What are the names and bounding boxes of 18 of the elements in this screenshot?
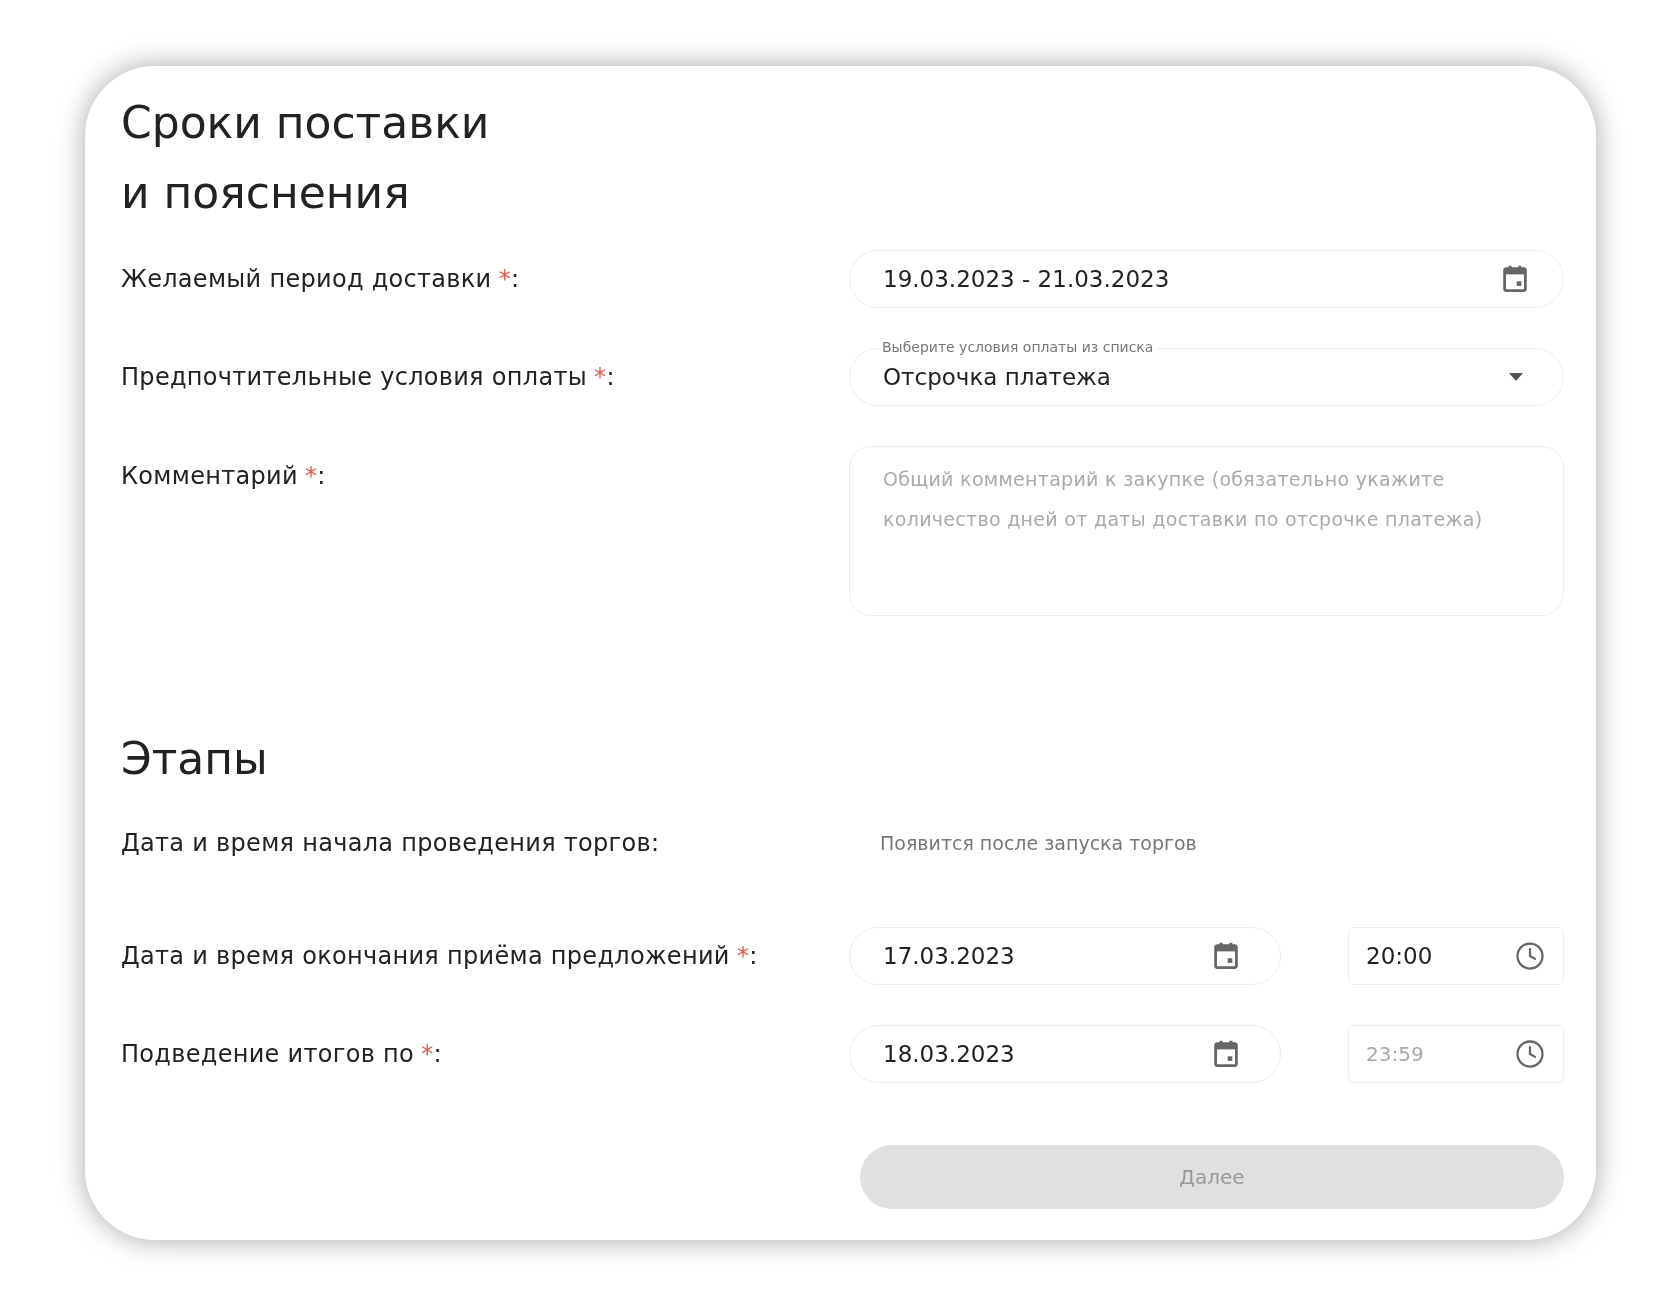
stages-title: Этапы — [121, 732, 268, 786]
field-label: Дата и время начала проведения торгов: — [121, 829, 660, 857]
field-label: Дата и время окончания приёма предложений *: — [121, 942, 758, 970]
field-label: Желаемый период доставки *: — [121, 265, 520, 293]
calendar-icon[interactable] — [1212, 941, 1240, 971]
field-label: Подведение итогов по *: — [121, 1040, 442, 1068]
section-title: Сроки поставки и пояснения — [121, 96, 490, 220]
calendar-icon[interactable] — [1212, 1039, 1240, 1069]
clock-icon[interactable] — [1515, 1039, 1545, 1069]
calendar-icon[interactable] — [1501, 264, 1529, 294]
clock-icon[interactable] — [1515, 941, 1545, 971]
trading-start-note: Появится после запуска торгов — [879, 830, 1197, 856]
dropdown-caret-icon[interactable] — [1509, 373, 1523, 381]
time-field[interactable]: 20:00 — [1348, 927, 1564, 985]
comment-field[interactable]: Общий комментарий к закупке (обязательно укажите количество дней от даты доставки по отсрочке платежа) — [849, 446, 1564, 616]
field-label: Комментарий *: — [121, 462, 326, 490]
floating-label: Выберите условия оплаты из списка — [879, 339, 1157, 355]
field-label: Предпочтительные условия оплаты *: — [121, 363, 615, 391]
